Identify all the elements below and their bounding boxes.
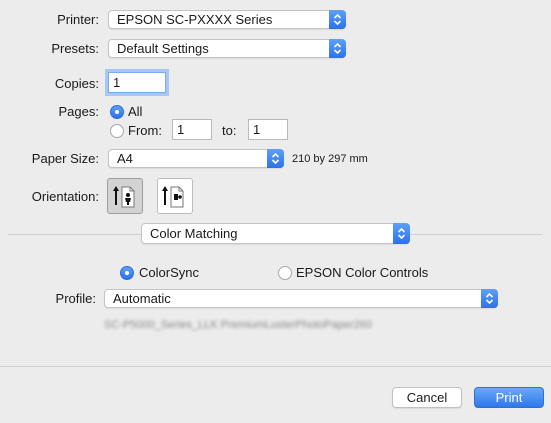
section-popup[interactable]: Color Matching [141,223,410,244]
presets-value: Default Settings [117,41,209,56]
presets-popup[interactable]: Default Settings [108,39,346,58]
print-button[interactable]: Print [474,387,544,408]
chevron-updown-icon [393,223,410,244]
pages-all-label: All [128,104,143,119]
portrait-icon [113,186,135,208]
paper-size-value: A4 [117,151,133,166]
epson-color-controls-radio[interactable] [278,266,292,280]
pages-label: Pages: [58,104,99,119]
presets-label: Presets: [51,41,99,56]
profile-popup[interactable]: Automatic [104,289,498,308]
pages-from-radio[interactable] [110,124,124,138]
profile-description: SC-P5000_Series_LLK PremiumLusterPhotoPa… [104,319,372,331]
footer-separator [0,366,551,367]
paper-size-popup[interactable]: A4 [108,149,284,168]
colorsync-label: ColorSync [139,265,199,280]
landscape-orientation-button[interactable] [157,178,193,214]
printer-popup[interactable]: EPSON SC-PXXXX Series [108,10,346,29]
paper-size-label: Paper Size: [31,151,99,166]
paper-dimensions: 210 by 297 mm [292,153,368,165]
pages-from-field[interactable]: 1 [172,119,212,140]
landscape-icon [162,186,184,208]
chevron-updown-icon [329,39,346,58]
orientation-label: Orientation: [31,189,99,204]
printer-label: Printer: [57,12,99,27]
printer-value: EPSON SC-PXXXX Series [117,12,273,27]
pages-to-field[interactable]: 1 [248,119,288,140]
pages-to-label: to: [222,123,237,138]
copies-field[interactable]: 1 [108,72,166,93]
colorsync-radio[interactable] [120,266,134,280]
chevron-updown-icon [481,289,498,308]
epson-color-controls-label: EPSON Color Controls [296,265,429,280]
pages-all-radio[interactable] [110,105,124,119]
profile-value: Automatic [113,291,171,306]
portrait-orientation-button[interactable] [107,178,143,214]
section-value: Color Matching [150,226,238,241]
pages-from-label: From: [128,123,162,138]
chevron-updown-icon [267,149,284,168]
profile-label: Profile: [55,291,96,306]
cancel-button[interactable]: Cancel [392,387,462,408]
copies-label: Copies: [54,76,99,91]
chevron-updown-icon [329,10,346,29]
